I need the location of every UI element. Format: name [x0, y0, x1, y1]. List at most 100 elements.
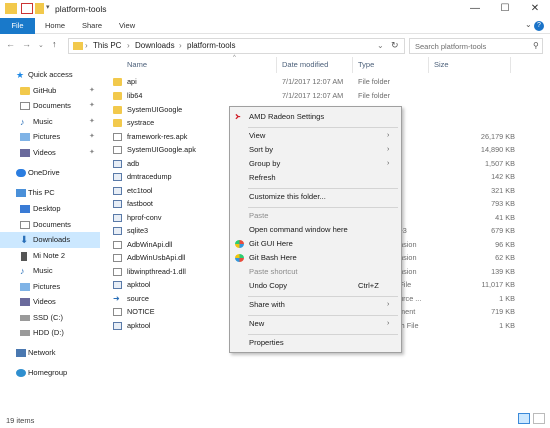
file-name: libwinpthread-1.dll: [127, 266, 186, 276]
file-name: source: [127, 293, 149, 303]
menu-item-share-with[interactable]: Share with ›: [230, 298, 401, 312]
file-size: 14,890 KB: [480, 145, 515, 154]
breadcrumb-this-pc[interactable]: This PC: [93, 41, 121, 50]
file-name: AdbWinApi.dll: [127, 239, 173, 249]
menu-item-git-gui-here[interactable]: Git GUI Here: [230, 237, 401, 251]
menu-item-open-command-window[interactable]: Open command window here: [230, 223, 401, 237]
file-name: systrace: [127, 118, 155, 127]
list-item[interactable]: api 7/1/2017 12:07 AM File folder: [110, 75, 540, 89]
sidebar-item-videos-pc[interactable]: Videos: [0, 294, 100, 310]
file-name: fastboot: [127, 199, 153, 208]
forward-button[interactable]: →: [22, 39, 31, 49]
column-header-type[interactable]: Type: [358, 60, 374, 69]
address-dropdown-icon[interactable]: ⌄: [377, 41, 384, 50]
menu-item-amd-radeon-settings[interactable]: ᚛ AMD Radeon Settings: [230, 110, 401, 124]
pin-icon[interactable]: ✦: [89, 145, 95, 161]
menu-item-sort-by[interactable]: Sort by ›: [230, 143, 401, 157]
sidebar-item-documents-pc[interactable]: Documents: [0, 217, 100, 233]
help-icon[interactable]: ?: [534, 21, 544, 31]
sidebar-item-github[interactable]: GitHub ✦: [0, 83, 100, 99]
amd-icon: ᚛: [235, 112, 241, 121]
tab-file[interactable]: File: [0, 18, 35, 34]
column-divider[interactable]: [428, 57, 429, 73]
breadcrumb-platform-tools[interactable]: platform-tools: [187, 41, 235, 50]
search-input[interactable]: Search platform-tools: [409, 38, 543, 54]
large-icons-view-icon[interactable]: [533, 413, 545, 424]
column-header-date[interactable]: Date modified: [282, 60, 328, 69]
sidebar-item-music[interactable]: ♪ Music ✦: [0, 114, 100, 130]
minimize-button[interactable]: —: [460, 0, 490, 18]
refresh-icon[interactable]: ↻: [391, 40, 399, 51]
sidebar-item-homegroup[interactable]: Homegroup: [0, 365, 100, 381]
column-divider[interactable]: [276, 57, 277, 73]
new-folder-icon[interactable]: [35, 3, 44, 14]
menu-item-label: Open command window here: [249, 225, 348, 234]
menu-item-git-bash-here[interactable]: Git Bash Here: [230, 251, 401, 265]
menu-item-paste-shortcut: Paste shortcut: [230, 265, 401, 279]
sidebar-item-pictures-pc[interactable]: Pictures: [0, 279, 100, 295]
pin-icon[interactable]: ✦: [89, 114, 95, 130]
homegroup-icon: [16, 369, 26, 377]
application-icon: [113, 200, 122, 208]
up-button[interactable]: ↑: [52, 39, 57, 49]
pin-icon[interactable]: ✦: [89, 98, 95, 114]
column-header-name[interactable]: Name: [127, 60, 147, 69]
sidebar-item-desktop[interactable]: Desktop: [0, 201, 100, 217]
sidebar-item-network[interactable]: Network: [0, 345, 100, 361]
menu-item-group-by[interactable]: Group by ›: [230, 157, 401, 171]
file-size: 321 KB: [491, 185, 515, 195]
menu-item-label: View: [249, 131, 266, 140]
close-button[interactable]: ✕: [520, 0, 550, 18]
customize-quick-access-icon[interactable]: ▾: [46, 3, 50, 11]
sidebar-item-label: This PC: [28, 188, 55, 197]
sidebar-item-label: Music: [33, 117, 53, 126]
file-size: 793 KB: [491, 199, 515, 208]
menu-item-shortcut: Ctrl+Z: [358, 281, 379, 290]
maximize-button[interactable]: ☐: [490, 0, 520, 18]
file-name: framework-res.apk: [127, 131, 188, 141]
menu-item-customize-folder[interactable]: Customize this folder...: [230, 190, 401, 204]
drive-icon: [20, 330, 30, 336]
recent-locations-button[interactable]: ⌄: [38, 41, 44, 49]
tab-view[interactable]: View: [113, 18, 141, 34]
tab-home[interactable]: Home: [39, 18, 71, 34]
list-item[interactable]: lib64 7/1/2017 12:07 AM File folder: [110, 89, 540, 103]
sidebar-item-documents[interactable]: Documents ✦: [0, 98, 100, 114]
menu-item-refresh[interactable]: Refresh: [230, 171, 401, 185]
sidebar-item-pictures[interactable]: Pictures ✦: [0, 129, 100, 145]
details-view-icon[interactable]: [518, 413, 530, 424]
item-count: 19 items: [6, 416, 35, 425]
expand-ribbon-icon[interactable]: ⌄: [525, 20, 532, 29]
sidebar-item-ssd[interactable]: SSD (C:): [0, 310, 100, 326]
sidebar-item-quick-access[interactable]: ★ Quick access: [0, 67, 100, 83]
tab-share[interactable]: Share: [76, 18, 108, 34]
sidebar-item-videos[interactable]: Videos ✦: [0, 145, 100, 161]
pin-icon[interactable]: ✦: [89, 129, 95, 145]
back-button[interactable]: ←: [6, 39, 15, 49]
breadcrumb-downloads[interactable]: Downloads: [135, 41, 175, 50]
menu-item-properties[interactable]: Properties: [230, 336, 401, 350]
sidebar-item-mi-note-2[interactable]: Mi Note 2: [0, 248, 100, 264]
column-header-size[interactable]: Size: [434, 60, 449, 69]
address-bar[interactable]: › This PC › Downloads › platform-tools ⌄…: [68, 38, 405, 54]
sidebar-item-downloads[interactable]: ⬇ Downloads: [0, 232, 100, 248]
search-icon: ⚲: [533, 41, 539, 50]
sidebar-item-music-pc[interactable]: ♪ Music: [0, 263, 100, 279]
file-size: 719 KB: [491, 307, 515, 316]
sidebar-item-hdd[interactable]: HDD (D:): [0, 325, 100, 341]
menu-item-new[interactable]: New ›: [230, 317, 401, 331]
menu-item-view[interactable]: View ›: [230, 129, 401, 143]
pin-icon[interactable]: ✦: [89, 83, 95, 99]
column-divider[interactable]: [510, 57, 511, 73]
file-name: sqlite3: [127, 226, 149, 235]
music-icon: ♪: [20, 117, 25, 127]
folder-icon: [20, 87, 30, 95]
menu-item-undo-copy[interactable]: Undo Copy Ctrl+Z: [230, 279, 401, 293]
file-icon: [113, 146, 122, 154]
sidebar-item-this-pc[interactable]: This PC: [0, 185, 100, 201]
file-type: File folder: [358, 77, 391, 86]
sidebar-item-onedrive[interactable]: OneDrive: [0, 165, 100, 181]
properties-icon[interactable]: [21, 3, 33, 14]
title-bar: ▾ platform-tools — ☐ ✕: [0, 0, 550, 18]
column-divider[interactable]: [352, 57, 353, 73]
